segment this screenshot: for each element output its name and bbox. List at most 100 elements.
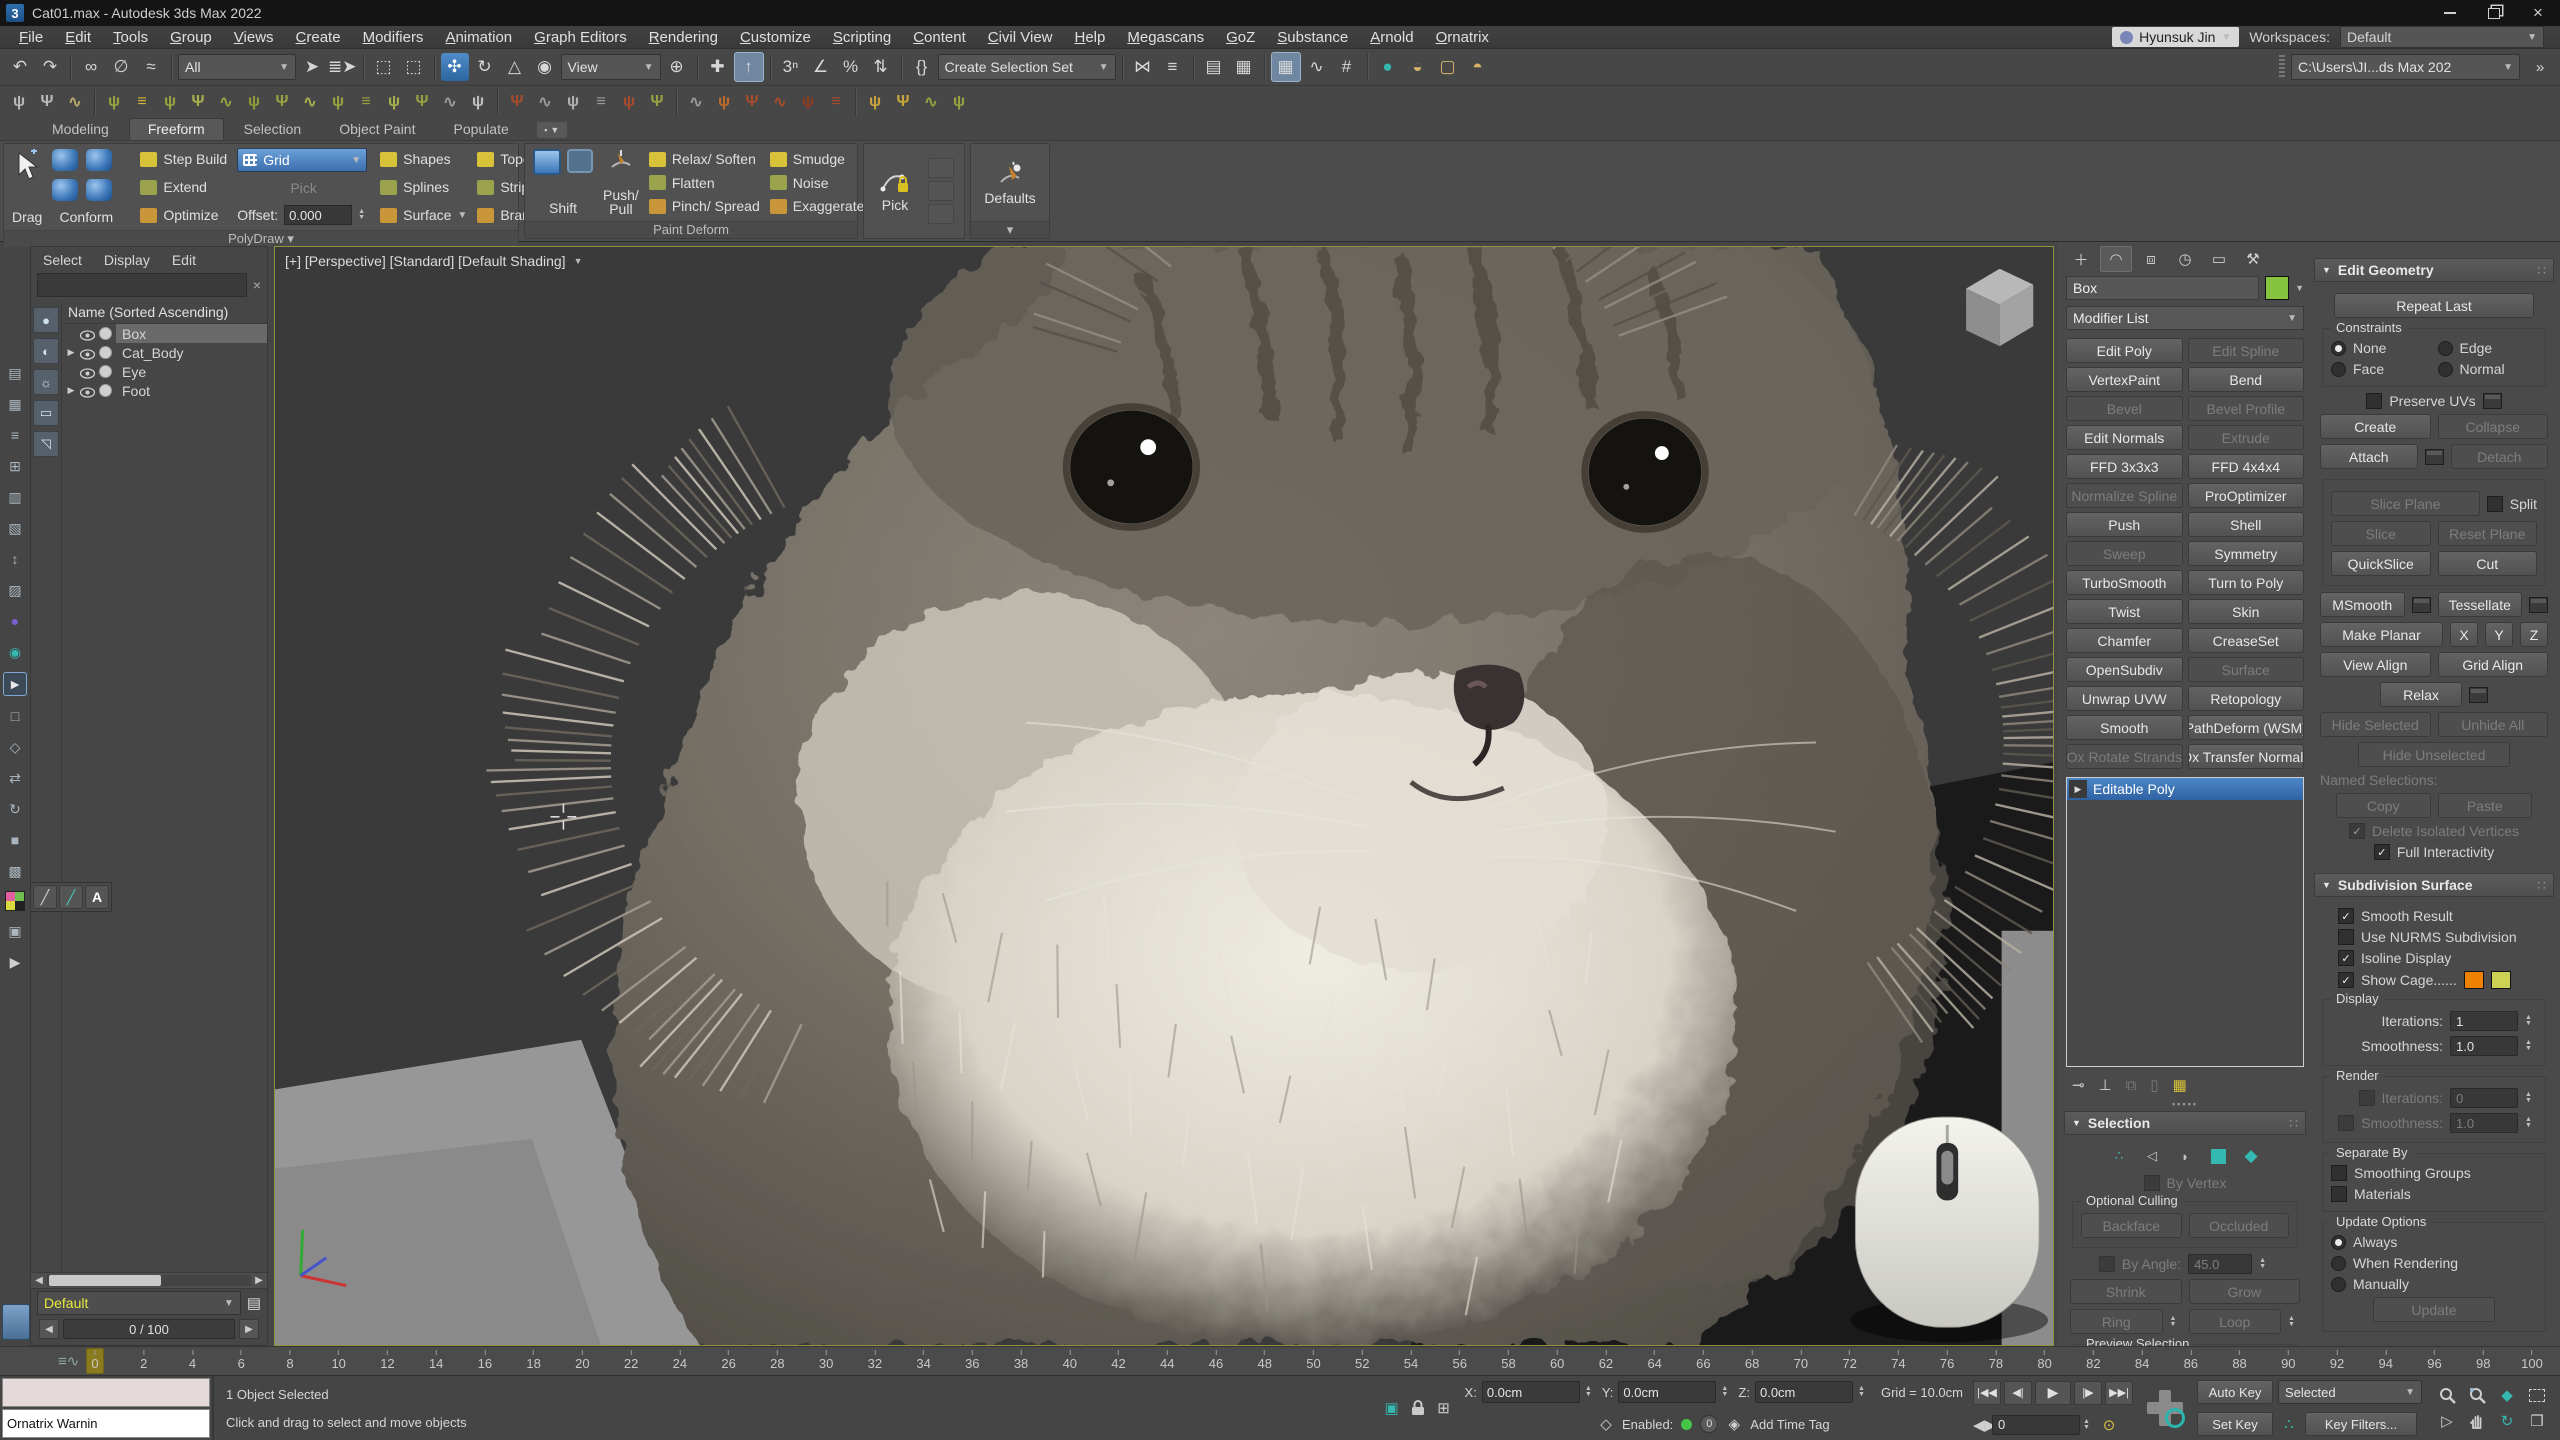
ornatrix-hair-tool-icon[interactable]: ψ	[946, 89, 972, 115]
ornatrix-hair-tool-icon[interactable]: ψ	[616, 89, 642, 115]
ribbon-icon[interactable]: ▦	[1271, 52, 1301, 82]
panel-splitter[interactable]: ▪▪▪▪▪	[2064, 1099, 2306, 1109]
ornatrix-hair-tool-icon[interactable]: ψ	[560, 89, 586, 115]
modifier-button-push[interactable]: Push	[2066, 512, 2183, 537]
timeline-tick[interactable]: 98	[2476, 1350, 2490, 1371]
frozen-dot-icon[interactable]	[99, 327, 112, 340]
ornatrix-hair-tool-icon[interactable]: ≡	[823, 89, 849, 115]
explorer-menu-edit[interactable]: Edit	[172, 252, 196, 268]
edit-geometry-rollout-header[interactable]: ▼Edit Geometry∷	[2314, 258, 2554, 282]
modifier-button-unwrap-uvw[interactable]: Unwrap UVW	[2066, 686, 2183, 711]
menu-arnold[interactable]: Arnold	[1359, 29, 1424, 46]
attach-settings-icon[interactable]	[2425, 449, 2444, 465]
explorer-sort-header[interactable]: Name (Sorted Ascending)	[62, 301, 267, 324]
modifier-button-skin[interactable]: Skin	[2188, 599, 2305, 624]
timeline-tick[interactable]: 92	[2330, 1350, 2344, 1371]
ornatrix-hair-tool-icon[interactable]: ψ	[465, 89, 491, 115]
polygon-subobject-icon[interactable]	[2206, 1145, 2230, 1167]
rotate-icon[interactable]: ↻	[471, 53, 499, 81]
ornatrix-hair-tool-icon[interactable]: Ψ	[504, 89, 530, 115]
isoline-display-checkbox[interactable]: ✓	[2338, 950, 2354, 966]
timeline-tick[interactable]: 4	[189, 1350, 196, 1371]
side-tool-icon[interactable]: ◇	[4, 736, 26, 758]
view-align-button[interactable]: View Align	[2320, 652, 2431, 677]
ornatrix-hair-tool-icon[interactable]: ψ	[381, 89, 407, 115]
place-icon[interactable]: ◉	[531, 53, 559, 81]
planar-y-button[interactable]: Y	[2485, 622, 2513, 647]
polydraw-shapes-button[interactable]: Shapes	[380, 148, 467, 170]
x-coordinate-field[interactable]: 0.0cm	[1482, 1381, 1580, 1403]
menu-content[interactable]: Content	[902, 29, 977, 46]
ribbon-minimize-button[interactable]: ▪▼	[537, 122, 567, 138]
timeline-tick[interactable]: 22	[624, 1350, 638, 1371]
constraint-normal-radio[interactable]	[2438, 362, 2453, 377]
ornatrix-hair-tool-icon[interactable]: ∿	[297, 89, 323, 115]
timeline-tick[interactable]: 28	[770, 1350, 784, 1371]
drag-tool[interactable]: Drag	[12, 147, 42, 227]
toolbar-overflow-button[interactable]: »	[2526, 53, 2554, 81]
polydraw-extend-button[interactable]: Extend	[140, 176, 227, 198]
materials-checkbox[interactable]	[2331, 1186, 2347, 1202]
constraint-edge-radio[interactable]	[2438, 341, 2453, 356]
viewport-label[interactable]: [+] [Perspective] [Standard] [Default Sh…	[285, 253, 566, 269]
transform-typein-icon[interactable]: ⊞	[1433, 1397, 1455, 1419]
create-key-button[interactable]	[2143, 1386, 2187, 1430]
ornatrix-hair-tool-icon[interactable]: ∿	[683, 89, 709, 115]
vertex-subobject-icon[interactable]: ∴	[2107, 1145, 2131, 1167]
menu-group[interactable]: Group	[159, 29, 223, 46]
side-tool-icon[interactable]: ↕	[4, 548, 26, 570]
frozen-dot-icon[interactable]	[99, 365, 112, 378]
menu-graph-editors[interactable]: Graph Editors	[523, 29, 638, 46]
grid-align-button[interactable]: Grid Align	[2438, 652, 2549, 677]
region-icon[interactable]: ⬚	[370, 53, 398, 81]
object-color-swatch[interactable]	[2265, 276, 2289, 300]
link-icon[interactable]: ∞	[77, 53, 105, 81]
cage-selected-color-swatch[interactable]	[2491, 971, 2511, 989]
ornatrix-hair-tool-icon[interactable]: ψ	[101, 89, 127, 115]
ornatrix-hair-tool-icon[interactable]: ∿	[532, 89, 558, 115]
timeline-tick[interactable]: 80	[2037, 1350, 2051, 1371]
next-frame-button[interactable]: ▶	[239, 1319, 259, 1339]
offset-input[interactable]: 0.000	[284, 205, 352, 225]
ornatrix-hair-tool-icon[interactable]: ∿	[767, 89, 793, 115]
select-by-name-icon[interactable]: ≣➤	[328, 53, 357, 81]
ornatrix-hair-tool-icon[interactable]: ≡	[588, 89, 614, 115]
modifier-button-ox-transfer-normals[interactable]: Ox Transfer Normals	[2188, 744, 2305, 769]
timeline-tick[interactable]: 52	[1355, 1350, 1369, 1371]
modifier-button-vertexpaint[interactable]: VertexPaint	[2066, 367, 2183, 392]
maximize-viewport-icon[interactable]: ❒	[2525, 1409, 2549, 1433]
paint-relax-soften-button[interactable]: Relax/ Soften	[649, 148, 760, 170]
paint-deform-panel-label[interactable]: Paint Deform	[525, 221, 857, 238]
display-iterations-field[interactable]: 1	[2450, 1011, 2518, 1031]
ornatrix-hair-tool-icon[interactable]: Ψ	[269, 89, 295, 115]
side-tool-icon[interactable]: ▨	[4, 579, 26, 601]
pivot-icon[interactable]: ⊕	[663, 53, 691, 81]
utilities-tab-icon[interactable]: ⚒	[2238, 247, 2268, 271]
timeline-tick[interactable]: 74	[1891, 1350, 1905, 1371]
modifier-button-shell[interactable]: Shell	[2188, 512, 2305, 537]
window-crossing-icon[interactable]: ⬚	[400, 53, 428, 81]
timeline-tick[interactable]: 54	[1404, 1350, 1418, 1371]
key-filters-button[interactable]: Key Filters...	[2305, 1412, 2417, 1436]
side-tool-icon[interactable]: ▶	[4, 951, 26, 973]
tessellate-settings-icon[interactable]	[2529, 597, 2548, 613]
scene-object-row-foot[interactable]: ▶Foot	[62, 381, 267, 400]
close-button[interactable]: ×	[2516, 0, 2560, 26]
subdivision-surface-rollout-header[interactable]: ▼Subdivision Surface∷	[2314, 873, 2554, 897]
side-tool-icon[interactable]: ≡	[4, 424, 26, 446]
show-cage-checkbox[interactable]: ✓	[2338, 972, 2354, 988]
planar-x-button[interactable]: X	[2450, 622, 2478, 647]
set-key-filters-icon[interactable]: ∴	[2278, 1413, 2300, 1435]
polydraw-step-build-button[interactable]: Step Build	[140, 148, 227, 170]
menu-substance[interactable]: Substance	[1266, 29, 1359, 46]
explorer-search-input[interactable]	[37, 273, 247, 297]
quickslice-button[interactable]: QuickSlice	[2331, 551, 2431, 576]
border-subobject-icon[interactable]: ◗	[2173, 1145, 2197, 1167]
frozen-dot-icon[interactable]	[99, 384, 112, 397]
polydraw-surface-button[interactable]: Surface▼	[380, 204, 467, 226]
modifier-button-chamfer[interactable]: Chamfer	[2066, 628, 2183, 653]
split-checkbox[interactable]	[2487, 496, 2503, 512]
constraint-none-radio[interactable]	[2331, 341, 2346, 356]
side-tool-icon[interactable]: ▦	[4, 393, 26, 415]
listener-macro-pane[interactable]	[2, 1378, 210, 1407]
